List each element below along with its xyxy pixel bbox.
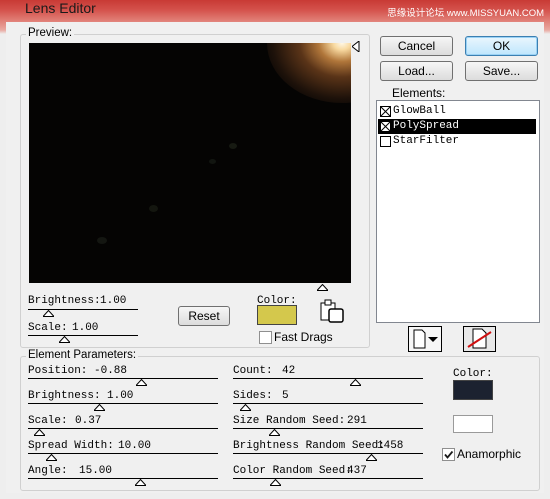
param-track — [233, 378, 423, 379]
element-color-swatch[interactable] — [453, 380, 493, 400]
element-checkbox[interactable] — [380, 106, 391, 117]
preview-y-marker[interactable] — [352, 41, 360, 52]
param-value: 15.00 — [79, 465, 113, 477]
preview-scale-label: Scale: — [28, 322, 68, 334]
param-thumb[interactable] — [366, 454, 377, 461]
param-value: 42 — [282, 365, 296, 377]
new-document-icon — [413, 329, 438, 349]
param-track — [233, 478, 423, 479]
list-item[interactable]: PolySpread — [378, 119, 536, 134]
param-value: 437 — [347, 465, 367, 477]
param-track — [233, 453, 423, 454]
param-label: Color Random Seed: — [233, 465, 352, 477]
flare-element — [97, 237, 107, 244]
checkmark-icon — [444, 450, 454, 459]
lens-editor-window: Lens Editor 思缘设计论坛 www.MISSYUAN.COM Prev… — [0, 0, 550, 499]
param-label: Count: — [233, 365, 273, 377]
ok-button[interactable]: OK — [465, 36, 538, 56]
param-value: 1458 — [377, 440, 404, 452]
cancel-button[interactable]: Cancel — [380, 36, 453, 56]
param-thumb[interactable] — [94, 404, 105, 411]
param-thumb[interactable] — [240, 404, 251, 411]
element-checkbox[interactable] — [380, 136, 391, 147]
preview-color-swatch[interactable] — [257, 305, 297, 325]
param-label: Sides: — [233, 390, 273, 402]
title-bar[interactable]: Lens Editor 思缘设计论坛 www.MISSYUAN.COM — [0, 0, 550, 22]
clipboard-icon[interactable] — [319, 298, 349, 324]
param-track — [28, 478, 218, 479]
flare-element — [229, 143, 237, 149]
element-name: StarFilter — [393, 135, 460, 147]
preview-x-marker[interactable] — [317, 284, 328, 291]
element-name: GlowBall — [393, 105, 446, 117]
anamorphic-checkbox[interactable] — [442, 448, 455, 461]
element-parameters-label: Element Parameters: — [26, 349, 139, 361]
preview-brightness-value: 1.00 — [100, 295, 127, 307]
list-item[interactable]: GlowBall — [378, 104, 536, 119]
preview-canvas[interactable] — [29, 43, 351, 283]
param-value: 10.00 — [118, 440, 152, 452]
delete-document-icon — [467, 328, 492, 349]
param-label: Angle: — [28, 465, 68, 477]
save-button[interactable]: Save... — [465, 61, 538, 81]
element-name: PolySpread — [393, 120, 460, 132]
param-label: Size Random Seed: — [233, 415, 346, 427]
flare-glow — [267, 43, 351, 103]
param-value: 291 — [347, 415, 367, 427]
new-element-button[interactable] — [408, 326, 442, 352]
param-track — [28, 403, 218, 404]
watermark: 思缘设计论坛 www.MISSYUAN.COM — [387, 8, 544, 19]
param-track — [28, 378, 218, 379]
element-color-label: Color: — [453, 368, 493, 380]
window-title: Lens Editor — [25, 0, 96, 16]
preview-label: Preview: — [26, 27, 75, 39]
param-thumb[interactable] — [135, 479, 146, 486]
param-thumb[interactable] — [46, 454, 57, 461]
param-thumb[interactable] — [136, 379, 147, 386]
preview-brightness-thumb[interactable] — [43, 310, 54, 317]
preview-scale-track — [28, 335, 138, 336]
param-label: Brightness Random Seed: — [233, 440, 385, 452]
param-track — [233, 428, 423, 429]
fast-drags-checkbox[interactable] — [259, 331, 272, 344]
flare-element — [209, 159, 216, 164]
element-checkbox[interactable] — [380, 121, 391, 132]
preview-scale-thumb[interactable] — [59, 336, 70, 343]
fast-drags-label: Fast Drags — [274, 330, 333, 344]
param-value: -0.88 — [94, 365, 128, 377]
delete-element-button[interactable] — [463, 326, 496, 352]
param-thumb[interactable] — [34, 429, 45, 436]
elements-label: Elements: — [392, 86, 446, 100]
param-thumb[interactable] — [269, 429, 280, 436]
reset-button[interactable]: Reset — [178, 306, 230, 326]
param-label: Spread Width: — [28, 440, 114, 452]
param-label: Position: — [28, 365, 88, 377]
param-label: Brightness: — [28, 390, 101, 402]
param-thumb[interactable] — [270, 479, 281, 486]
elements-list[interactable]: GlowBall PolySpread StarFilter — [376, 100, 540, 323]
element-color-swatch-secondary[interactable] — [453, 415, 493, 433]
param-track — [233, 403, 423, 404]
param-thumb[interactable] — [350, 379, 361, 386]
list-item[interactable]: StarFilter — [378, 134, 536, 149]
dialog-client: Preview: Brightness: 1.00 Scale: 1.00 Re… — [6, 22, 544, 493]
preview-brightness-label: Brightness: — [28, 295, 101, 307]
param-label: Scale: — [28, 415, 68, 427]
load-button[interactable]: Load... — [380, 61, 453, 81]
param-value: 5 — [282, 390, 289, 402]
param-value: 1.00 — [107, 390, 134, 402]
param-value: 0.37 — [75, 415, 102, 427]
anamorphic-label: Anamorphic — [457, 447, 522, 461]
flare-element — [149, 205, 158, 212]
param-track — [28, 428, 218, 429]
preview-scale-value: 1.00 — [72, 322, 99, 334]
